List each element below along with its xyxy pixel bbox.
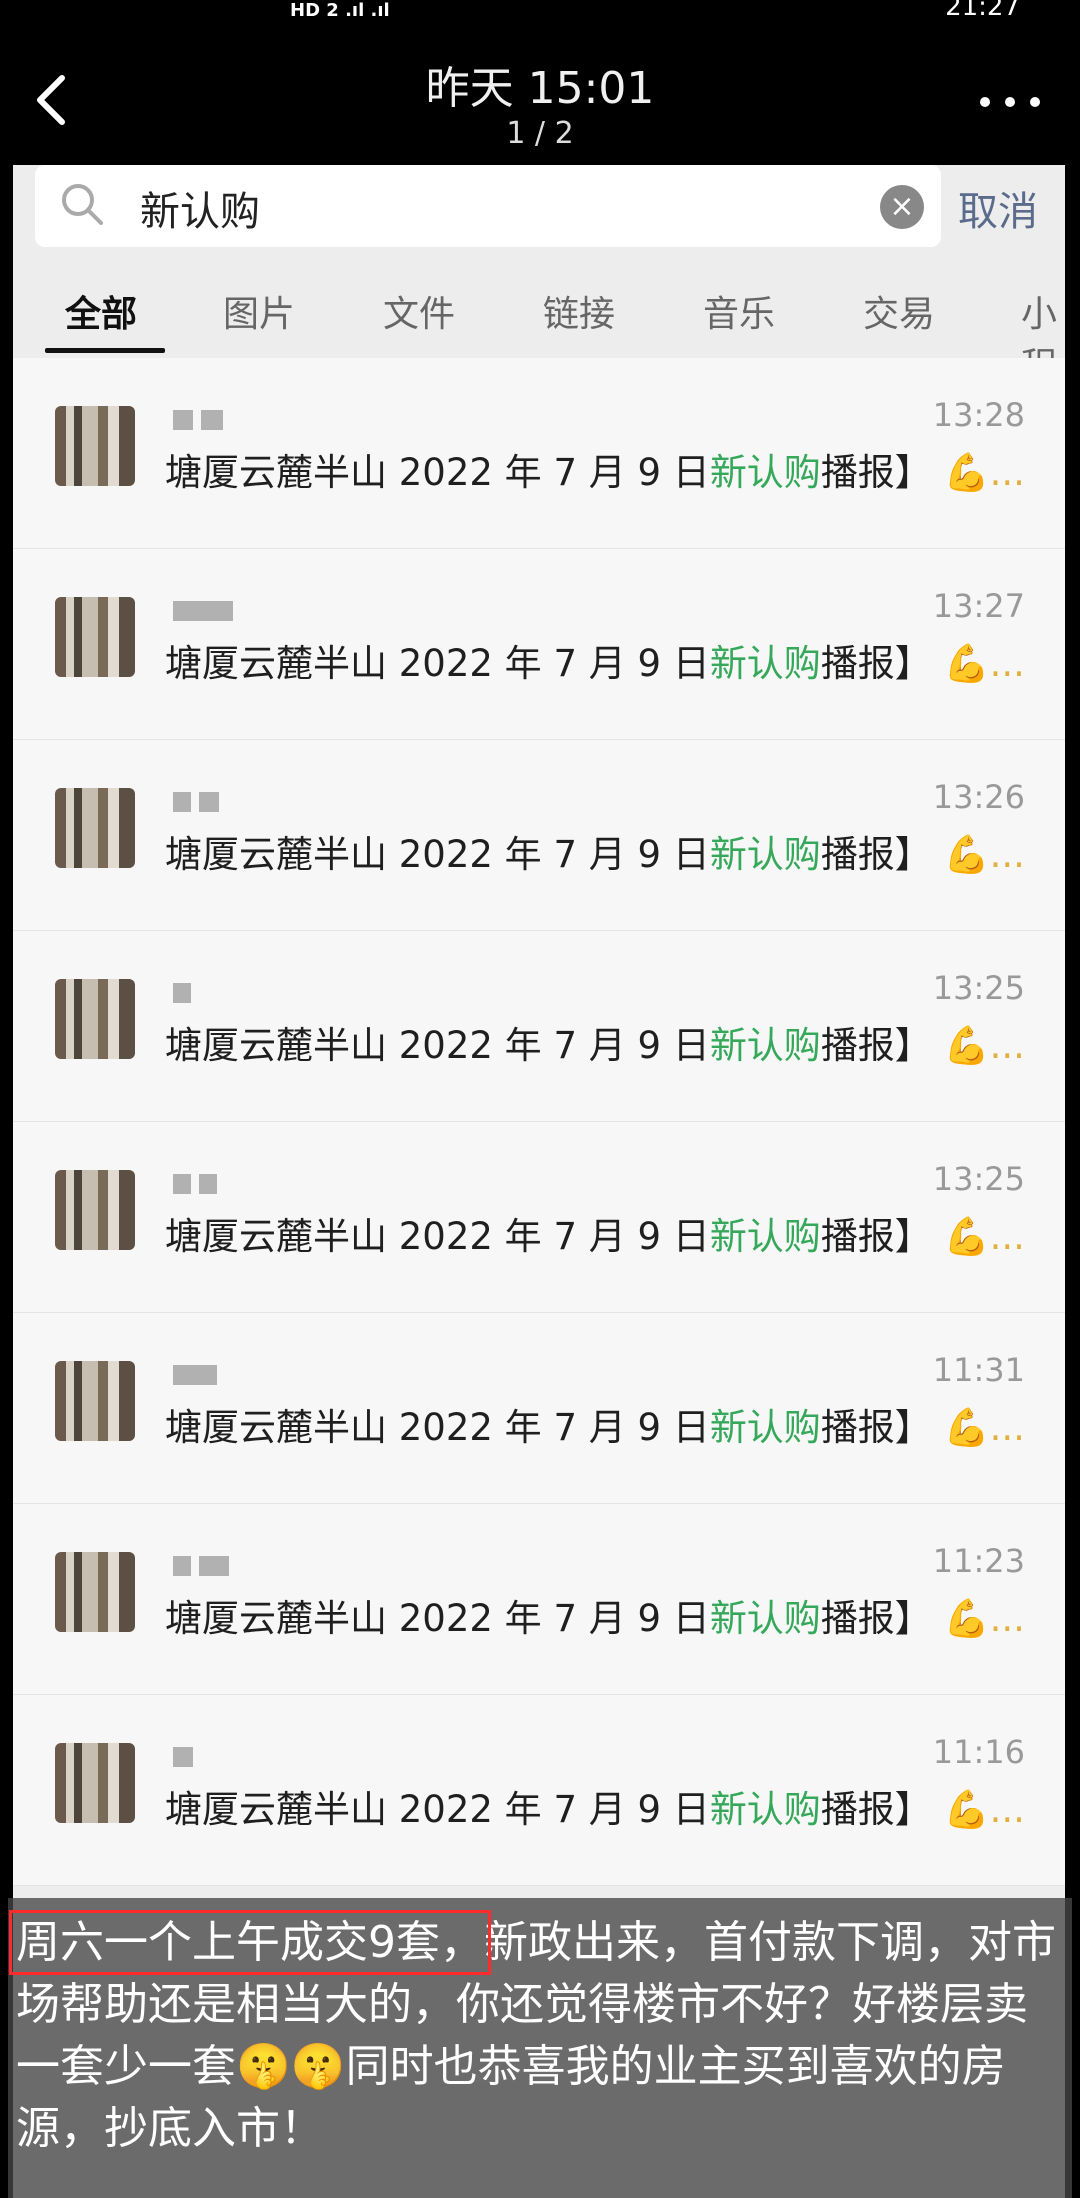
- blurred-name: [173, 983, 253, 1003]
- blurred-name: [173, 601, 253, 621]
- blurred-name: [173, 792, 253, 812]
- status-bar: HD 2 .ıl .ıl 21:27: [0, 0, 1080, 22]
- avatar: [55, 1361, 135, 1441]
- message-time: 13:27: [932, 587, 1025, 625]
- cancel-button[interactable]: 取消: [958, 179, 1038, 237]
- list-item[interactable]: 13:25 塘厦云麓半山 2022 年 7 月 9 日新认购播报】 💪...: [13, 931, 1065, 1122]
- list-item[interactable]: 11:16 塘厦云麓半山 2022 年 7 月 9 日新认购播报】 💪...: [13, 1695, 1065, 1886]
- search-bar[interactable]: 新认购 ×: [35, 165, 941, 247]
- message-time: 11:23: [932, 1542, 1025, 1580]
- message-time: 11:16: [932, 1733, 1025, 1771]
- search-input[interactable]: 新认购: [140, 179, 260, 237]
- message-snippet: 塘厦云麓半山 2022 年 7 月 9 日新认购播报】 💪...: [165, 1788, 1025, 1831]
- message-snippet: 塘厦云麓半山 2022 年 7 月 9 日新认购播报】 💪...: [165, 642, 1025, 685]
- message-snippet: 塘厦云麓半山 2022 年 7 月 9 日新认购播报】 💪...: [165, 1024, 1025, 1067]
- message-snippet: 塘厦云麓半山 2022 年 7 月 9 日新认购播报】 💪...: [165, 1597, 1025, 1640]
- list-item[interactable]: 13:26 塘厦云麓半山 2022 年 7 月 9 日新认购播报】 💪...: [13, 740, 1065, 931]
- viewer-title: 昨天 15:01: [425, 63, 655, 114]
- avatar: [55, 597, 135, 677]
- list-item[interactable]: 13:28 塘厦云麓半山 2022 年 7 月 9 日新认购播报】 💪...: [13, 358, 1065, 549]
- tab-links[interactable]: 链接: [543, 285, 615, 337]
- blurred-name: [173, 1747, 253, 1767]
- page-indicator: 1 / 2: [506, 116, 574, 151]
- screenshot-image: 新认购 × 取消 全部 图片 文件 链接 音乐 交易 小程 13:28 塘厦云麓…: [13, 165, 1065, 2198]
- avatar: [55, 1743, 135, 1823]
- result-list: 13:28 塘厦云麓半山 2022 年 7 月 9 日新认购播报】 💪... 1…: [13, 358, 1065, 1886]
- signal-indicator: HD 2 .ıl .ıl: [290, 0, 390, 21]
- more-options-icon[interactable]: [980, 90, 1040, 114]
- message-time: 11:31: [932, 1351, 1025, 1389]
- blurred-name: [173, 1365, 253, 1385]
- list-item[interactable]: 13:27 塘厦云麓半山 2022 年 7 月 9 日新认购播报】 💪...: [13, 549, 1065, 740]
- blurred-name: [173, 1556, 253, 1576]
- list-item[interactable]: 13:25 塘厦云麓半山 2022 年 7 月 9 日新认购播报】 💪...: [13, 1122, 1065, 1313]
- message-snippet: 塘厦云麓半山 2022 年 7 月 9 日新认购播报】 💪...: [165, 833, 1025, 876]
- active-tab-indicator: [45, 348, 165, 353]
- list-item[interactable]: 11:31 塘厦云麓半山 2022 年 7 月 9 日新认购播报】 💪...: [13, 1313, 1065, 1504]
- viewer-header: 昨天 15:01 1 / 2: [0, 20, 1080, 165]
- avatar: [55, 1552, 135, 1632]
- filter-tabs: 全部 图片 文件 链接 音乐 交易 小程: [13, 275, 1065, 387]
- tab-files[interactable]: 文件: [383, 285, 455, 337]
- clock: 21:27: [945, 0, 1020, 22]
- message-time: 13:25: [932, 969, 1025, 1007]
- tab-all[interactable]: 全部: [65, 285, 137, 337]
- tab-music[interactable]: 音乐: [703, 285, 775, 337]
- message-snippet: 塘厦云麓半山 2022 年 7 月 9 日新认购播报】 💪...: [165, 1215, 1025, 1258]
- avatar: [55, 1170, 135, 1250]
- message-snippet: 塘厦云麓半山 2022 年 7 月 9 日新认购播报】 💪...: [165, 451, 1025, 494]
- avatar: [55, 406, 135, 486]
- message-time: 13:26: [932, 778, 1025, 816]
- blurred-name: [173, 410, 253, 430]
- avatar: [55, 979, 135, 1059]
- highlighted-phrase: 周六一个上午成交9套，: [9, 1910, 491, 1975]
- message-time: 13:28: [932, 396, 1025, 434]
- tab-transactions[interactable]: 交易: [863, 285, 935, 337]
- tab-images[interactable]: 图片: [223, 285, 295, 337]
- search-icon: [62, 184, 103, 225]
- avatar: [55, 788, 135, 868]
- clear-search-icon[interactable]: ×: [880, 185, 924, 229]
- list-item[interactable]: 11:23 塘厦云麓半山 2022 年 7 月 9 日新认购播报】 💪...: [13, 1504, 1065, 1695]
- blurred-name: [173, 1174, 253, 1194]
- message-time: 13:25: [932, 1160, 1025, 1198]
- message-snippet: 塘厦云麓半山 2022 年 7 月 9 日新认购播报】 💪...: [165, 1406, 1025, 1449]
- caption-text: 周六一个上午成交9套，新政出来，首付款下调，对市场帮助还是相当大的，你还觉得楼市…: [9, 1910, 1056, 2154]
